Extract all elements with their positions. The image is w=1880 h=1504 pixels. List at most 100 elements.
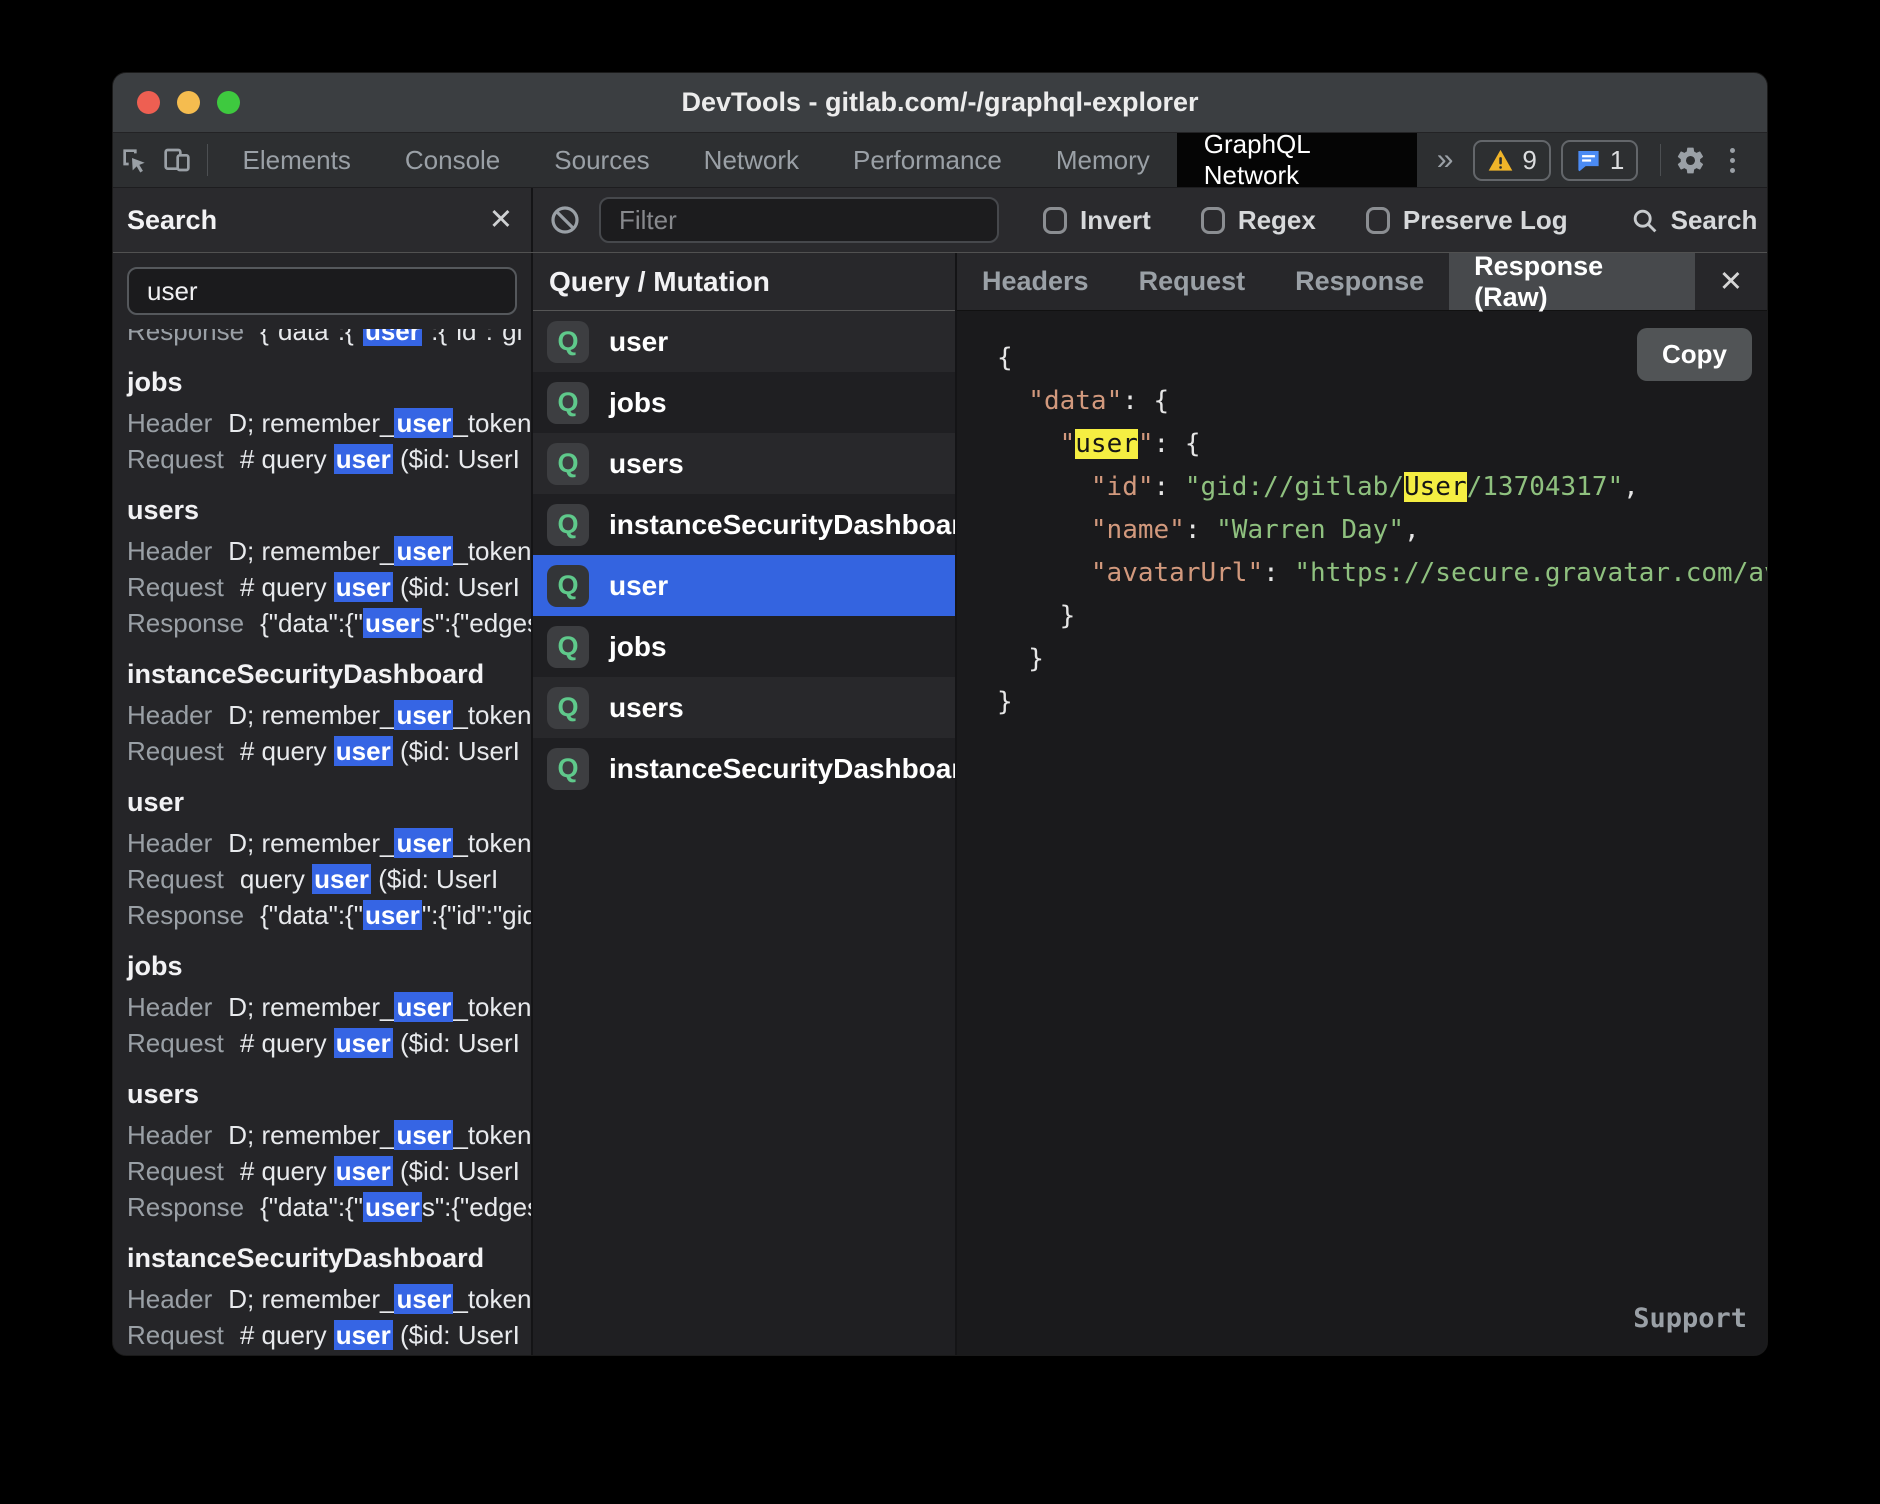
query-type-icon: Q bbox=[547, 382, 589, 424]
query-mutation-panel: Query / Mutation QuserQjobsQusersQinstan… bbox=[533, 253, 957, 1355]
settings-button[interactable] bbox=[1669, 133, 1712, 187]
search-result-line[interactable]: Request# query user ($id: UserI bbox=[127, 733, 531, 769]
network-search-button[interactable]: Search bbox=[1630, 205, 1758, 236]
search-result-line[interactable]: Requestquery user ($id: UserI bbox=[127, 861, 531, 897]
json-line: "id": "gid://gitlab/User/13704317", bbox=[997, 466, 1767, 509]
tab-elements[interactable]: Elements bbox=[215, 133, 377, 187]
checkbox-box-invert[interactable] bbox=[1043, 207, 1067, 234]
search-result-label: Header bbox=[127, 536, 212, 566]
detail-tab-headers[interactable]: Headers bbox=[957, 253, 1114, 310]
search-result-line[interactable]: HeaderD; remember_user_token=e bbox=[127, 405, 531, 441]
support-link[interactable]: Support bbox=[1633, 1297, 1747, 1340]
block-clear-icon[interactable] bbox=[549, 204, 581, 236]
detail-tab-response[interactable]: Response bbox=[1270, 253, 1449, 310]
checkbox-box-preserve-log[interactable] bbox=[1366, 207, 1390, 234]
search-result-line[interactable]: Request# query user ($id: UserI bbox=[127, 1025, 531, 1061]
tab-memory[interactable]: Memory bbox=[1029, 133, 1177, 187]
search-result-group-title[interactable]: jobs bbox=[127, 949, 531, 983]
match-highlight: user bbox=[394, 536, 453, 566]
chat-bubble-icon bbox=[1575, 147, 1602, 174]
detail-tab-request[interactable]: Request bbox=[1114, 253, 1271, 310]
issue-badges: 9 1 bbox=[1473, 133, 1638, 187]
search-result-line[interactable]: HeaderD; remember_user_token=e bbox=[127, 533, 531, 569]
search-result-label: Header bbox=[127, 1120, 212, 1150]
query-list-item[interactable]: Qjobs bbox=[533, 616, 955, 677]
tab-performance[interactable]: Performance bbox=[826, 133, 1029, 187]
search-result-line[interactable]: Request# query user ($id: UserI bbox=[127, 1153, 531, 1189]
query-type-icon: Q bbox=[547, 504, 589, 546]
query-type-icon: Q bbox=[547, 748, 589, 790]
checkbox-box-regex[interactable] bbox=[1201, 207, 1225, 234]
json-punctuation: : bbox=[1154, 472, 1185, 502]
json-punctuation: , bbox=[1623, 472, 1639, 502]
kebab-dot bbox=[1730, 158, 1735, 163]
search-result-line[interactable]: HeaderD; remember_user_token=e bbox=[127, 697, 531, 733]
search-result-line[interactable]: HeaderD; remember_user_token=e bbox=[127, 989, 531, 1025]
checkbox-label: Regex bbox=[1238, 205, 1316, 236]
filter-checkboxes: Invert Regex Preserve Log bbox=[1043, 205, 1568, 236]
search-result-line[interactable]: Request# query user ($id: UserI bbox=[127, 1317, 531, 1353]
search-input[interactable] bbox=[127, 267, 517, 315]
search-input-wrap bbox=[113, 253, 531, 329]
checkbox-regex[interactable]: Regex bbox=[1201, 205, 1316, 236]
query-list-item[interactable]: Qusers bbox=[533, 433, 955, 494]
search-result-line[interactable]: Response{"data":{"users":{"edges bbox=[127, 1189, 531, 1225]
query-list-item[interactable]: Quser bbox=[533, 555, 955, 616]
query-type-icon: Q bbox=[547, 321, 589, 363]
checkbox-preserve-log[interactable]: Preserve Log bbox=[1366, 205, 1568, 236]
checkbox-invert[interactable]: Invert bbox=[1043, 205, 1151, 236]
query-type-icon: Q bbox=[547, 626, 589, 668]
query-list-item[interactable]: Qusers bbox=[533, 677, 955, 738]
tab-console[interactable]: Console bbox=[378, 133, 527, 187]
warnings-badge[interactable]: 9 bbox=[1473, 140, 1550, 181]
detail-tab-response-raw[interactable]: Response (Raw) bbox=[1449, 253, 1695, 310]
tab-sources[interactable]: Sources bbox=[527, 133, 676, 187]
search-result-group-title[interactable]: instanceSecurityDashboard bbox=[127, 1241, 531, 1275]
search-result-line[interactable]: Response{"data":{"users":{"edges bbox=[127, 605, 531, 641]
close-detail-icon[interactable]: ✕ bbox=[1695, 253, 1767, 310]
inspect-element-button[interactable] bbox=[113, 133, 156, 187]
search-result-line[interactable]: Response{"data":{"user":{"id":"gi bbox=[127, 329, 531, 349]
json-punctuation: : bbox=[1263, 558, 1294, 588]
search-result-line[interactable]: HeaderD; remember_user_token=e bbox=[127, 1281, 531, 1317]
match-highlight: user bbox=[394, 1120, 453, 1150]
window-titlebar: DevTools - gitlab.com/-/graphql-explorer bbox=[113, 73, 1767, 133]
search-result-line[interactable]: HeaderD; remember_user_token=e bbox=[127, 1117, 531, 1153]
query-list-item[interactable]: QinstanceSecurityDashboard bbox=[533, 738, 955, 799]
match-highlight: user bbox=[394, 1284, 453, 1314]
search-result-line[interactable]: Request# query user ($id: UserI bbox=[127, 441, 531, 477]
query-list-item[interactable]: QinstanceSecurityDashboard bbox=[533, 494, 955, 555]
json-key: "data" bbox=[1028, 386, 1122, 416]
json-punctuation: } bbox=[1060, 601, 1076, 631]
match-highlight: user bbox=[363, 329, 422, 346]
messages-badge[interactable]: 1 bbox=[1561, 140, 1638, 181]
device-toolbar-button[interactable] bbox=[156, 133, 199, 187]
query-label: jobs bbox=[609, 387, 667, 419]
json-key: "name" bbox=[1091, 515, 1185, 545]
search-result-text: # query user ($id: UserI bbox=[240, 1028, 520, 1058]
more-options-button[interactable] bbox=[1712, 133, 1753, 187]
search-panel-header: Search ✕ bbox=[113, 188, 533, 252]
search-result-group-title[interactable]: instanceSecurityDashboard bbox=[127, 657, 531, 691]
search-result-group-title[interactable]: users bbox=[127, 493, 531, 527]
tab-network[interactable]: Network bbox=[677, 133, 826, 187]
copy-button[interactable]: Copy bbox=[1637, 328, 1752, 381]
search-result-group-title[interactable]: user bbox=[127, 785, 531, 819]
query-list: QuserQjobsQusersQinstanceSecurityDashboa… bbox=[533, 311, 955, 799]
search-result-line[interactable]: Response{"data":{"user":{"id":"gid bbox=[127, 897, 531, 933]
query-panel-title: Query / Mutation bbox=[533, 253, 955, 311]
json-string: "gid://gitlab/User/13704317" bbox=[1185, 472, 1623, 502]
json-punctuation: } bbox=[1028, 644, 1044, 674]
search-result-line[interactable]: HeaderD; remember_user_token=e bbox=[127, 825, 531, 861]
detail-tabs-inner: HeadersRequestResponseResponse (Raw) bbox=[957, 253, 1695, 310]
filter-input[interactable] bbox=[599, 197, 999, 243]
query-label: users bbox=[609, 692, 684, 724]
search-result-line[interactable]: Request# query user ($id: UserI bbox=[127, 569, 531, 605]
search-result-group-title[interactable]: users bbox=[127, 1077, 531, 1111]
query-list-item[interactable]: Quser bbox=[533, 311, 955, 372]
tab-graphql-network[interactable]: GraphQL Network bbox=[1177, 133, 1417, 187]
query-list-item[interactable]: Qjobs bbox=[533, 372, 955, 433]
more-tabs-chevron[interactable]: » bbox=[1417, 133, 1474, 187]
search-result-group-title[interactable]: jobs bbox=[127, 365, 531, 399]
close-search-icon[interactable]: ✕ bbox=[489, 206, 513, 235]
